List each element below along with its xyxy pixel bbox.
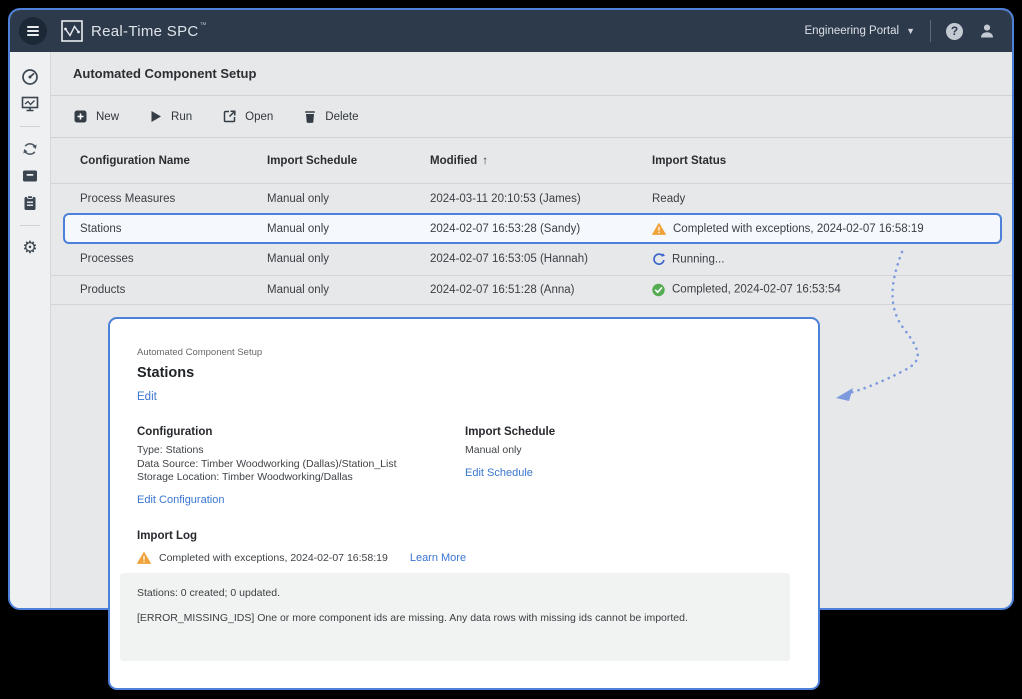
import-log-status-text: Completed with exceptions, 2024-02-07 16… — [159, 552, 388, 564]
config-name-cell: Products — [80, 284, 125, 296]
status-cell: Completed with exceptions, 2024-02-07 16… — [652, 223, 924, 235]
import-schedule-heading: Import Schedule — [465, 426, 555, 438]
app-name: Real-Time SPC™ — [91, 23, 207, 40]
sync-icon[interactable] — [20, 139, 40, 159]
table-row-selected[interactable]: Stations Manual only 2024-02-07 16:53:28… — [51, 214, 1012, 245]
help-icon[interactable]: ? — [946, 23, 963, 40]
table-row[interactable]: Products Manual only 2024-02-07 16:51:28… — [51, 275, 1012, 306]
clipboard-icon[interactable] — [20, 193, 40, 213]
learn-more-link[interactable]: Learn More — [410, 552, 466, 564]
table-header-row: Configuration Name Import Schedule Modif… — [51, 138, 1012, 183]
column-header-import-schedule[interactable]: Import Schedule — [267, 155, 357, 167]
config-name-cell: Process Measures — [80, 193, 175, 205]
hamburger-menu-button[interactable] — [19, 17, 47, 45]
gauge-icon[interactable] — [20, 67, 40, 87]
sidebar-divider — [20, 225, 40, 226]
plus-square-icon — [74, 110, 87, 123]
modified-cell: 2024-02-07 16:53:28 (Sandy) — [430, 223, 580, 235]
running-icon — [652, 253, 665, 266]
user-account-icon[interactable] — [978, 22, 996, 40]
import-schedule-value: Manual only — [465, 444, 555, 458]
modified-cell: 2024-02-07 16:51:28 (Anna) — [430, 284, 575, 296]
import-log-section: Import Log Completed with exceptions, 20… — [137, 530, 790, 661]
table-row[interactable]: Processes Manual only 2024-02-07 16:53:0… — [51, 244, 1012, 275]
panel-title: Stations — [137, 365, 790, 381]
page-title-bar: Automated Component Setup — [51, 52, 1012, 96]
log-line: Stations: 0 created; 0 updated. — [137, 587, 773, 599]
delete-button[interactable]: Delete — [304, 110, 358, 123]
config-name-cell: Processes — [80, 253, 134, 265]
warning-icon — [652, 223, 666, 235]
success-check-icon — [652, 283, 665, 296]
configuration-section: Configuration Type: Stations Data Source… — [137, 426, 465, 508]
edit-configuration-link[interactable]: Edit Configuration — [137, 494, 224, 506]
trash-icon — [304, 110, 316, 123]
column-header-import-status[interactable]: Import Status — [652, 155, 726, 167]
monitor-chart-icon[interactable] — [20, 94, 40, 114]
detail-panel: Automated Component Setup Stations Edit … — [108, 317, 820, 690]
chevron-down-icon: ▼ — [906, 27, 915, 36]
archive-icon[interactable] — [20, 166, 40, 186]
import-log-output: Stations: 0 created; 0 updated. [ERROR_M… — [120, 573, 790, 661]
schedule-cell: Manual only — [267, 284, 329, 296]
config-name-cell: Stations — [80, 223, 122, 235]
app-header: Real-Time SPC™ Engineering Portal ▼ ? — [10, 10, 1012, 52]
portal-label: Engineering Portal — [804, 25, 899, 37]
column-header-modified[interactable]: Modified↑ — [430, 155, 488, 167]
portal-selector[interactable]: Engineering Portal ▼ — [804, 25, 915, 37]
modified-cell: 2024-02-07 16:53:05 (Hannah) — [430, 253, 588, 265]
screenshot-root: { "header": { "app_name": "Real-Time SPC… — [0, 0, 1022, 699]
trademark: ™ — [200, 22, 207, 29]
page-title: Automated Component Setup — [73, 66, 256, 81]
play-icon — [150, 110, 162, 123]
modified-cell: 2024-03-11 20:10:53 (James) — [430, 193, 581, 205]
toolbar: New Run Open Delete — [51, 96, 1012, 138]
panel-eyebrow: Automated Component Setup — [137, 347, 790, 358]
log-line: [ERROR_MISSING_IDS] One or more componen… — [137, 612, 773, 624]
sidebar-nav: ⚙ — [10, 52, 51, 608]
config-data-source-line: Data Source: Timber Woodworking (Dallas)… — [137, 458, 465, 472]
column-header-configuration-name[interactable]: Configuration Name — [80, 155, 190, 167]
status-cell: Completed, 2024-02-07 16:53:54 — [652, 283, 841, 296]
new-button[interactable]: New — [74, 110, 119, 123]
schedule-cell: Manual only — [267, 193, 329, 205]
open-button[interactable]: Open — [223, 110, 273, 123]
config-storage-line: Storage Location: Timber Woodworking/Dal… — [137, 471, 465, 485]
warning-icon — [137, 552, 151, 564]
config-type-line: Type: Stations — [137, 444, 465, 458]
run-button[interactable]: Run — [150, 110, 192, 123]
sort-ascending-icon: ↑ — [482, 155, 488, 167]
open-external-icon — [223, 110, 236, 123]
gear-icon[interactable]: ⚙ — [20, 238, 40, 258]
header-divider — [930, 20, 931, 42]
schedule-cell: Manual only — [267, 253, 329, 265]
import-log-heading: Import Log — [137, 530, 790, 542]
edit-schedule-link[interactable]: Edit Schedule — [465, 467, 533, 479]
edit-link[interactable]: Edit — [137, 391, 157, 403]
schedule-cell: Manual only — [267, 223, 329, 235]
configuration-heading: Configuration — [137, 426, 465, 438]
app-logo-icon — [61, 20, 83, 42]
status-cell: Running... — [652, 253, 724, 266]
import-schedule-section: Import Schedule Manual only Edit Schedul… — [465, 426, 555, 508]
table-row[interactable]: Process Measures Manual only 2024-03-11 … — [51, 183, 1012, 214]
sidebar-divider — [20, 126, 40, 127]
status-cell: Ready — [652, 193, 685, 205]
